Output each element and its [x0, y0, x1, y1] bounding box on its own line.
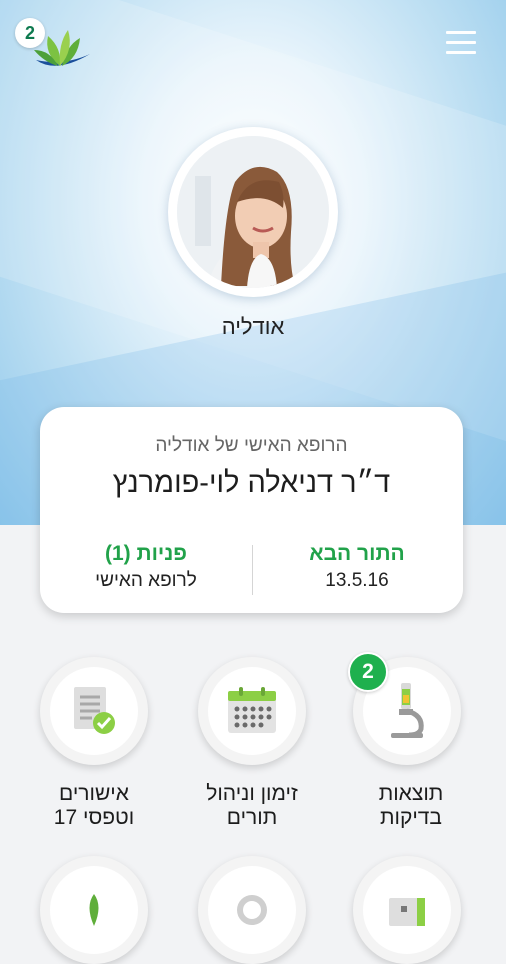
inquiries-section[interactable]: פניות (1) לרופא האישי	[40, 542, 252, 592]
test-results-label: תוצאות בדיקות	[331, 782, 491, 830]
approvals-forms-label-line1: אישורים	[59, 782, 129, 805]
leaf-icon	[89, 894, 99, 926]
doctor-card-subtitle: הרופא האישי של אודליה	[155, 435, 348, 456]
test-results-badge: 2	[348, 652, 388, 692]
logo-badge: 2	[15, 18, 45, 48]
document-check-icon	[74, 687, 115, 734]
test-results-label-line1: תוצאות	[378, 782, 444, 805]
avatar-frame[interactable]	[168, 127, 338, 297]
avatar	[177, 136, 329, 288]
inquiries-title: פניות (1)	[104, 542, 187, 565]
test-results-label-line2: בדיקות	[379, 806, 442, 829]
ring-icon	[237, 895, 267, 925]
user-name: אודליה	[221, 314, 285, 339]
appointments-tile[interactable]	[198, 657, 306, 765]
appointments-label: זימון וניהול תורים	[172, 782, 332, 830]
appointments-label-line2: תורים	[226, 806, 278, 829]
card-icon	[389, 898, 425, 926]
doctor-card[interactable]: הרופא האישי של אודליה ד״ר דניאלה לוי-פומ…	[40, 407, 463, 613]
calendar-icon	[228, 687, 276, 733]
next-appointment-title: התור הבא	[309, 542, 405, 565]
approvals-forms-label-line2: וטפסי 17	[53, 806, 135, 829]
approvals-forms-tile[interactable]	[40, 657, 148, 765]
hamburger-menu-icon[interactable]	[446, 31, 476, 57]
next-appointment-section[interactable]: התור הבא 13.5.16	[251, 542, 463, 592]
doctor-name: ד״ר דניאלה לוי-פומרנץ	[112, 467, 391, 499]
next-row-tile-left[interactable]	[40, 856, 148, 964]
next-appointment-date: 13.5.16	[325, 570, 389, 591]
appointments-label-line1: זימון וניהול	[206, 782, 298, 805]
inquiries-subtitle: לרופא האישי	[95, 570, 197, 591]
next-row-tile-middle[interactable]	[198, 856, 306, 964]
microscope-icon	[391, 683, 424, 738]
approvals-forms-label: אישורים וטפסי 17	[14, 782, 174, 830]
next-row-tile-right[interactable]	[353, 856, 461, 964]
